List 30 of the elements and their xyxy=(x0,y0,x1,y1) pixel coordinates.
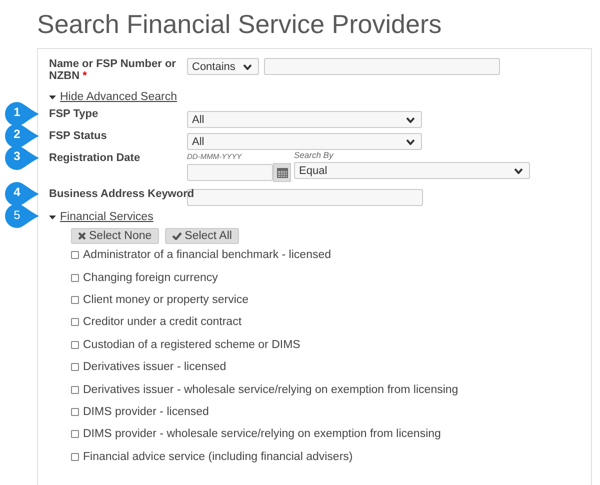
toggle-link[interactable]: Hide Advanced Search xyxy=(60,91,177,103)
callout-badge: 1 xyxy=(5,102,41,126)
callout-badge: 5 xyxy=(5,204,41,228)
operator-select[interactable]: Contains xyxy=(187,58,259,75)
service-label[interactable]: DIMS provider - wholesale service/relying on exemption from licensing xyxy=(83,428,441,440)
toggle-link[interactable]: Financial Services xyxy=(60,211,154,223)
field-label: Business Address Keyword xyxy=(49,188,194,200)
select-field[interactable]: All xyxy=(187,133,422,150)
field-label: Registration Date xyxy=(49,152,140,164)
service-label[interactable]: Derivatives issuer - wholesale service/relying on exemption from licensing xyxy=(83,384,458,396)
field-label: FSP Type xyxy=(49,108,98,120)
select-field[interactable]: All xyxy=(187,111,422,128)
service-label[interactable]: DIMS provider - licensed xyxy=(83,406,209,418)
search-by-select[interactable]: Equal xyxy=(294,162,530,179)
page-title: Search Financial Service Providers xyxy=(36,8,443,41)
callout-badge: 2 xyxy=(5,124,41,148)
service-label[interactable]: Creditor under a credit contract xyxy=(83,316,242,328)
service-label[interactable]: Changing foreign currency xyxy=(83,272,218,284)
select-all-button[interactable]: Select All xyxy=(164,228,239,244)
field-label: Name or FSP Number or NZBN * xyxy=(49,58,176,82)
service-label[interactable]: Client money or property service xyxy=(83,294,249,306)
service-label[interactable]: Derivatives issuer - licensed xyxy=(83,361,226,374)
service-label[interactable]: Financial advice service (including financial advisers) xyxy=(83,450,353,463)
service-label[interactable]: Administrator of a financial benchmark - licensed xyxy=(83,249,332,262)
service-label[interactable]: Custodian of a registered scheme or DIMS xyxy=(83,338,300,351)
callout-badge: 3 xyxy=(5,146,41,170)
field-label: FSP Status xyxy=(49,130,107,142)
search-by-label: Search By xyxy=(294,150,334,162)
select-none-button[interactable]: Select None xyxy=(71,228,159,244)
callout-badge: 4 xyxy=(5,182,41,206)
